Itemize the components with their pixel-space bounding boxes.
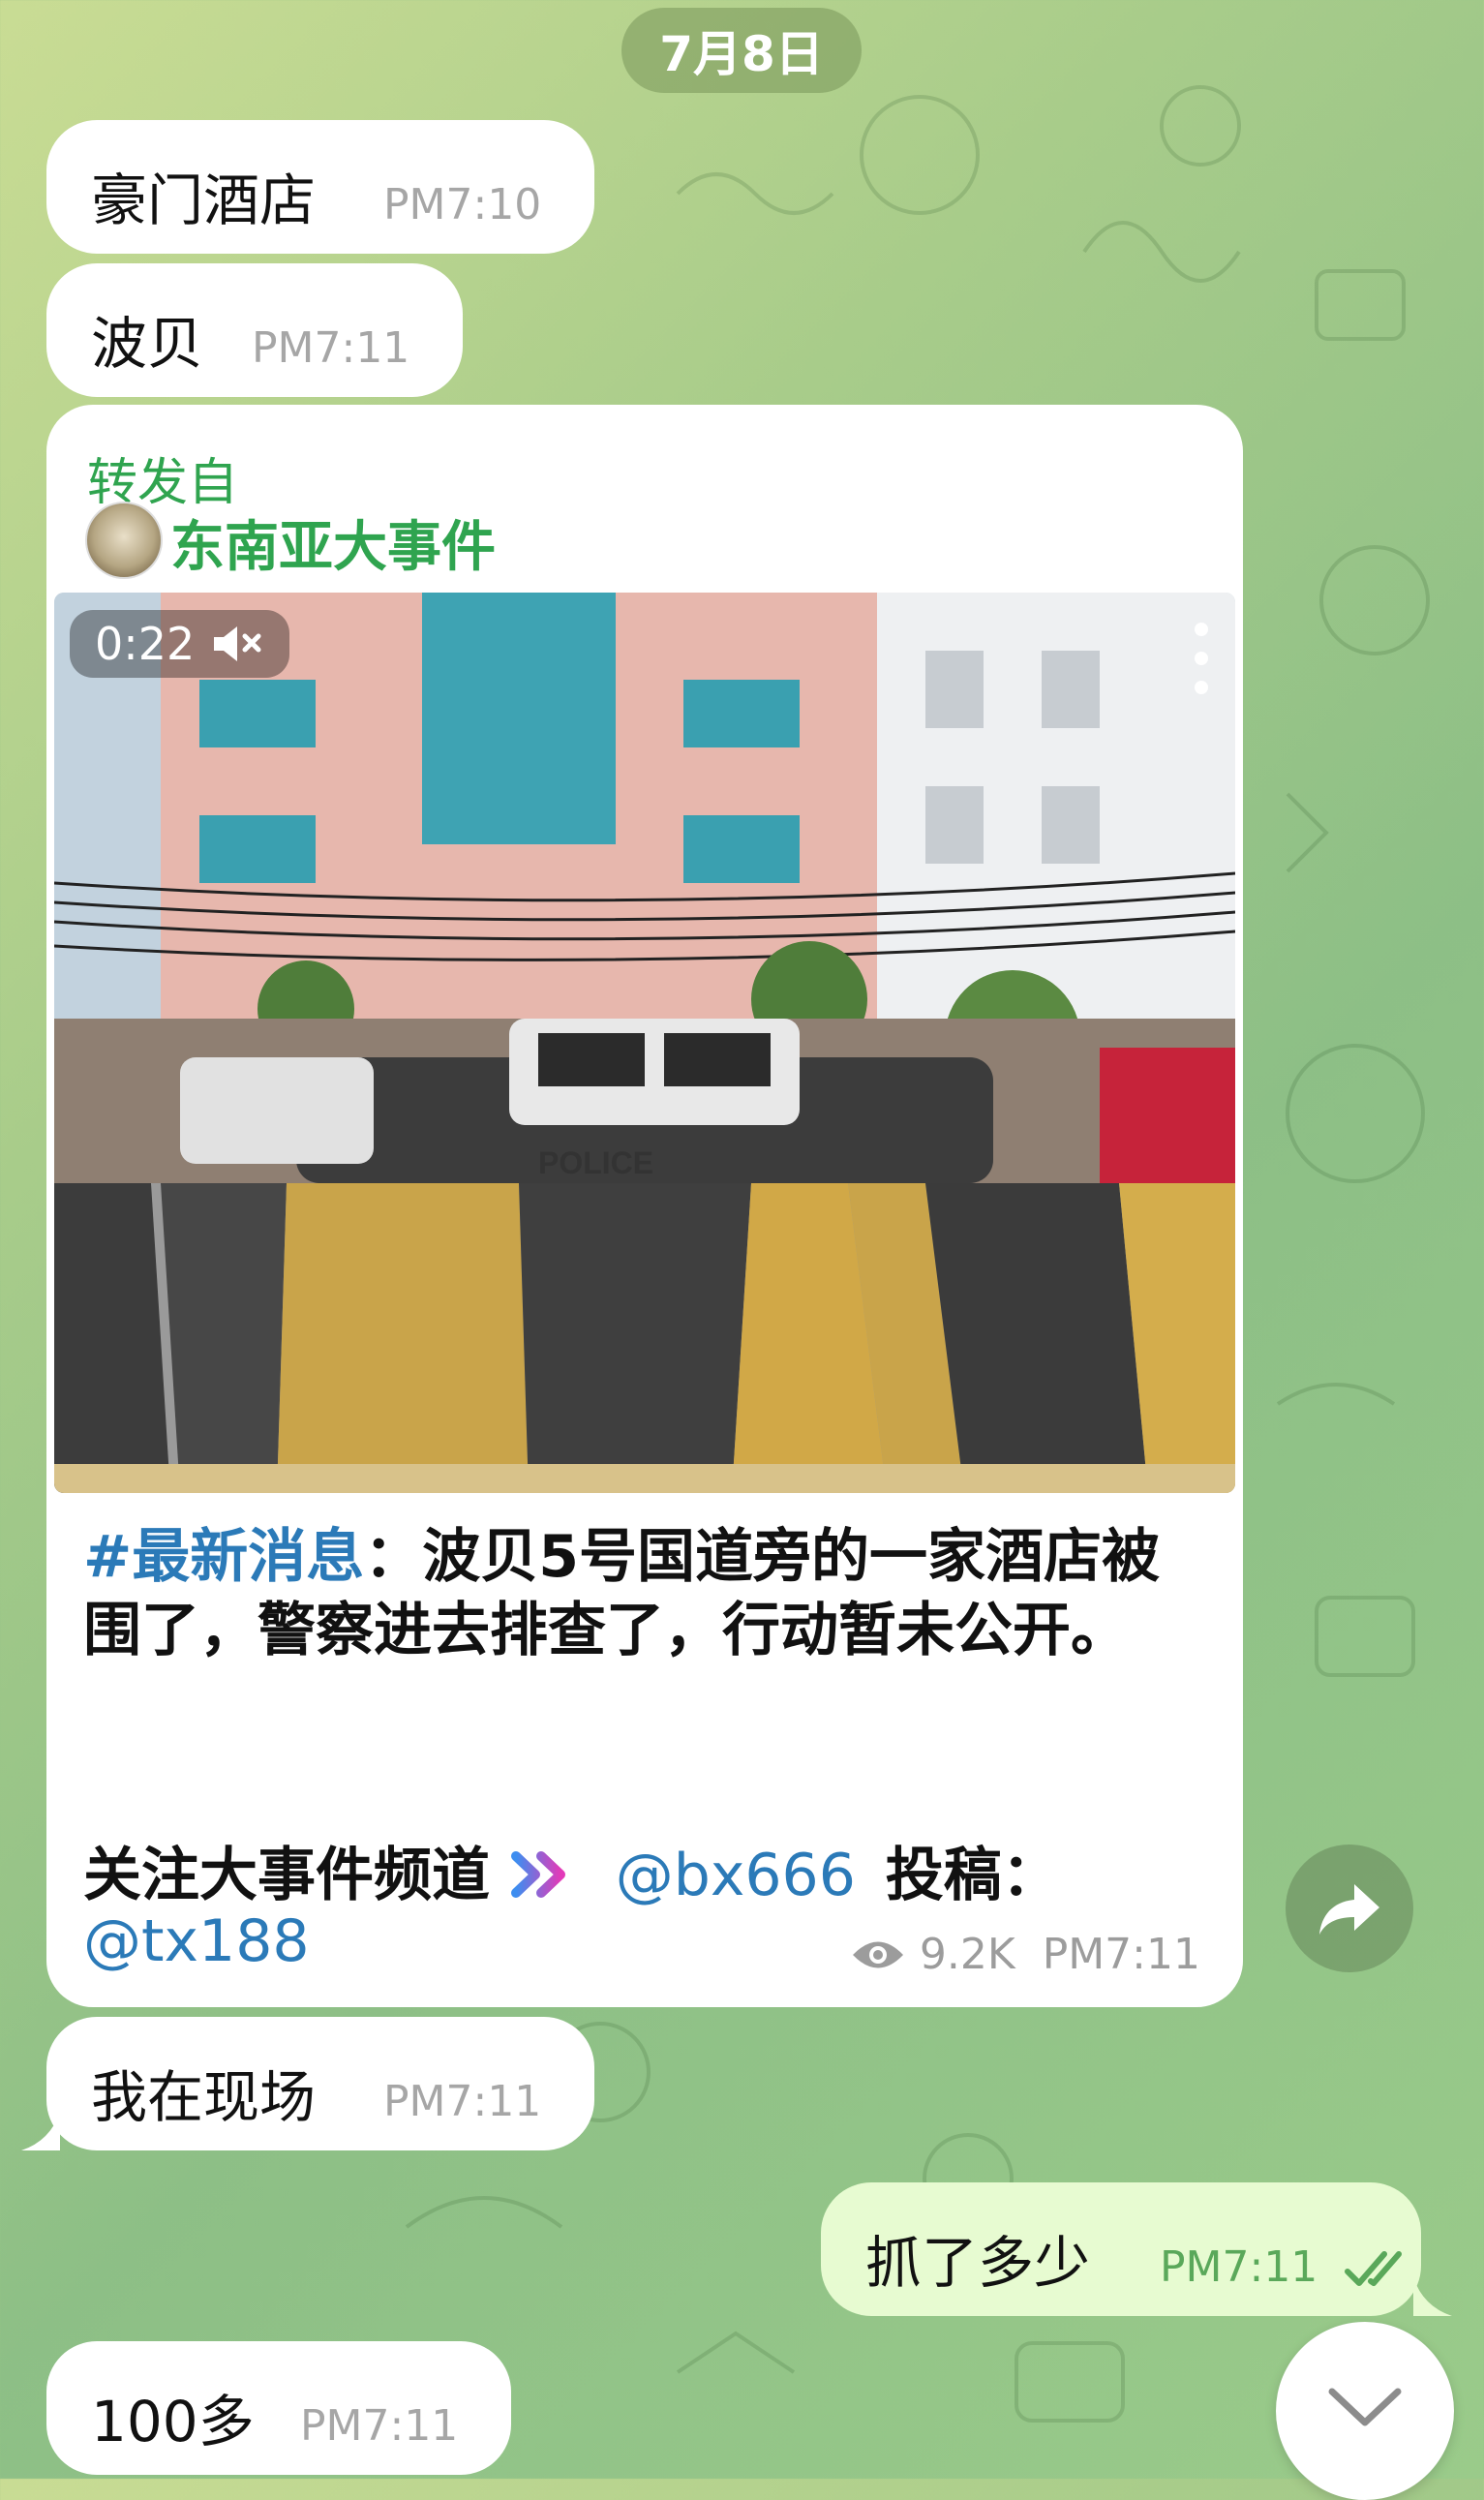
- view-count: 9.2K: [919, 1930, 1015, 1979]
- follow-line: 关注大事件频道 @bx666 投稿：: [83, 1828, 1060, 1912]
- message-time: PM7:11: [1160, 2242, 1318, 2292]
- post-time: PM7:11: [1042, 1930, 1200, 1979]
- message-text: 波贝: [91, 311, 204, 377]
- channel-handle-link[interactable]: @bx666: [616, 1842, 856, 1909]
- channel-name[interactable]: 东南亚大事件: [170, 503, 496, 582]
- share-arrow-icon: [1319, 1884, 1379, 1935]
- post-meta: 9.2K PM7:11: [850, 1930, 1200, 1979]
- submit-handle-link[interactable]: @tx188: [83, 1907, 310, 1975]
- video-duration-badge: 0:22: [70, 610, 290, 678]
- submit-label: 投稿：: [885, 1842, 1060, 1909]
- scroll-to-bottom-button[interactable]: [1276, 2322, 1454, 2500]
- video-player[interactable]: POLICE 0:22: [54, 593, 1235, 1493]
- incoming-message[interactable]: 我在现场 PM7:11: [46, 2017, 594, 2150]
- message-text: 我在现场: [91, 2064, 317, 2130]
- incoming-message[interactable]: 100多 PM7:11: [46, 2341, 511, 2475]
- video-duration: 0:22: [95, 618, 196, 670]
- hashtag-link[interactable]: #最新消息: [83, 1523, 364, 1591]
- message-text: 抓了多少: [865, 2230, 1091, 2296]
- outgoing-message[interactable]: 抓了多少 PM7:11: [821, 2182, 1421, 2316]
- double-chevron-right-icon: [510, 1851, 565, 1898]
- svg-text:POLICE: POLICE: [538, 1145, 653, 1180]
- eye-icon: [852, 1941, 903, 1967]
- double-check-icon: [1345, 2251, 1402, 2286]
- message-text: 100多: [91, 2389, 255, 2454]
- video-frame: POLICE: [54, 593, 1235, 1493]
- three-dots-vertical-icon[interactable]: [1195, 622, 1208, 695]
- chevron-down-icon: [1328, 2388, 1402, 2426]
- incoming-message[interactable]: 豪门酒店 PM7:10: [46, 120, 594, 254]
- channel-avatar[interactable]: [85, 502, 163, 579]
- message-time: PM7:11: [300, 2401, 459, 2451]
- incoming-message[interactable]: 波贝 PM7:11: [46, 263, 463, 397]
- speaker-muted-icon[interactable]: [210, 623, 264, 665]
- post-body: #最新消息：波贝5号国道旁的一家酒店被围了，警察进去排查了，行动暂未公开。: [83, 1520, 1216, 1667]
- bubble-tail: [1413, 2277, 1452, 2316]
- message-time: PM7:10: [383, 180, 542, 229]
- bubble-tail: [21, 2112, 60, 2150]
- share-button[interactable]: [1286, 1845, 1413, 1972]
- forwarded-post[interactable]: 转发自 东南亚大事件 POLICE 0:22 #最新消息：波贝5号国道旁的一家酒…: [46, 405, 1243, 2007]
- date-separator: 7月8日: [621, 8, 862, 93]
- message-time: PM7:11: [383, 2077, 542, 2126]
- message-time: PM7:11: [252, 323, 410, 373]
- follow-text: 关注大事件频道: [83, 1842, 490, 1909]
- message-text: 豪门酒店: [91, 168, 317, 233]
